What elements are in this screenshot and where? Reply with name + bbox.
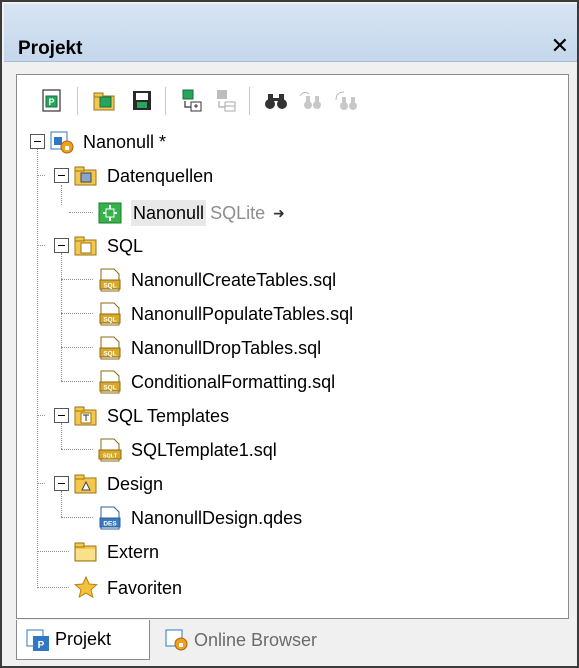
svg-text:SQL: SQL	[103, 385, 116, 392]
sql-file-icon: SQL	[99, 302, 121, 326]
collapse-toggle[interactable]	[54, 168, 69, 183]
design-folder-icon	[74, 474, 97, 494]
tree-favorites[interactable]: Favoriten	[73, 574, 182, 602]
svg-text:SQLT: SQLT	[103, 454, 118, 460]
design-file-label: NanonullDesign.qdes	[131, 508, 303, 528]
sql-template-label: SQLTemplate1.sql	[131, 440, 277, 460]
tree-design-file[interactable]: DES NanonullDesign.qdes	[97, 504, 302, 532]
online-browser-icon	[165, 629, 188, 651]
datasource-type: SQLite	[210, 202, 266, 223]
arrow-right-icon[interactable]: ➜	[273, 205, 285, 222]
tab-label: Projekt	[55, 629, 112, 649]
sql-template-file-icon: SQLT	[98, 438, 122, 462]
sql-file-label: NanonullDropTables.sql	[131, 338, 322, 358]
bottom-tabs: P Projekt Online Browser	[16, 620, 569, 664]
tree-folder-design[interactable]: Design	[73, 470, 163, 498]
sql-file-label: NanonullPopulateTables.sql	[131, 304, 354, 324]
sql-file-icon: SQL	[99, 370, 121, 394]
project-window: Projekt ✕ P Nanonull * Datenquellen Nano…	[0, 0, 579, 668]
project-tree: Nanonull * Datenquellen Nanonull SQLite …	[17, 75, 568, 618]
tree-folder-label: SQL	[107, 236, 144, 256]
svg-text:SQL: SQL	[103, 283, 116, 290]
collapse-toggle[interactable]	[30, 134, 45, 149]
project-panel: P Nanonull * Datenquellen Nanonull SQLit…	[16, 74, 569, 619]
collapse-toggle[interactable]	[54, 238, 69, 253]
tree-favorites-label: Favoriten	[107, 578, 183, 598]
tree-folder-label: Datenquellen	[107, 166, 214, 186]
folder-icon	[74, 542, 97, 562]
tree-sql-file[interactable]: SQL NanonullPopulateTables.sql	[97, 300, 353, 328]
window-titlebar: Projekt ✕	[4, 4, 577, 62]
window-title: Projekt	[18, 38, 83, 59]
tree-sql-template-file[interactable]: SQLT SQLTemplate1.sql	[97, 436, 277, 464]
close-button[interactable]: ✕	[551, 35, 569, 57]
collapse-toggle[interactable]	[54, 408, 69, 423]
template-folder-icon	[74, 406, 97, 426]
tab-projekt[interactable]: P Projekt	[16, 620, 150, 660]
sql-folder-icon	[74, 236, 97, 256]
svg-text:SQL: SQL	[103, 351, 116, 358]
svg-text:P: P	[38, 640, 45, 651]
tree-folder-sql[interactable]: SQL	[73, 232, 143, 260]
datasource-name: Nanonull	[131, 200, 207, 226]
tab-online-browser[interactable]: Online Browser	[156, 620, 376, 660]
tree-folder-label: Design	[107, 474, 164, 494]
sql-file-icon: SQL	[99, 336, 121, 360]
tree-root-label: Nanonull *	[83, 132, 167, 152]
database-connection-icon	[98, 202, 122, 224]
tree-folder-datasources[interactable]: Datenquellen	[73, 162, 213, 190]
tree-folder-sql-templates[interactable]: SQL Templates	[73, 402, 229, 430]
tree-sql-file[interactable]: SQL ConditionalFormatting.sql	[97, 368, 335, 396]
design-file-icon: DES	[99, 506, 121, 530]
tab-label: Online Browser	[194, 629, 318, 650]
svg-text:DES: DES	[103, 521, 117, 528]
project-tab-icon: P	[26, 629, 49, 651]
tree-datasource-nanonull[interactable]: Nanonull SQLite ➜	[97, 199, 285, 227]
star-icon	[73, 575, 99, 599]
tree-root[interactable]: Nanonull *	[49, 128, 166, 156]
project-lock-icon	[50, 131, 74, 154]
sql-file-icon: SQL	[99, 268, 121, 292]
collapse-toggle[interactable]	[54, 476, 69, 491]
tree-folder-label: SQL Templates	[107, 406, 230, 426]
tree-folder-label: Extern	[107, 542, 160, 562]
tree-sql-file[interactable]: SQL NanonullCreateTables.sql	[97, 266, 336, 294]
datasource-folder-icon	[74, 166, 97, 186]
tree-sql-file[interactable]: SQL NanonullDropTables.sql	[97, 334, 321, 362]
sql-file-label: NanonullCreateTables.sql	[131, 270, 337, 290]
sql-file-label: ConditionalFormatting.sql	[131, 372, 336, 392]
svg-text:SQL: SQL	[103, 317, 116, 324]
tree-folder-extern[interactable]: Extern	[73, 538, 159, 566]
